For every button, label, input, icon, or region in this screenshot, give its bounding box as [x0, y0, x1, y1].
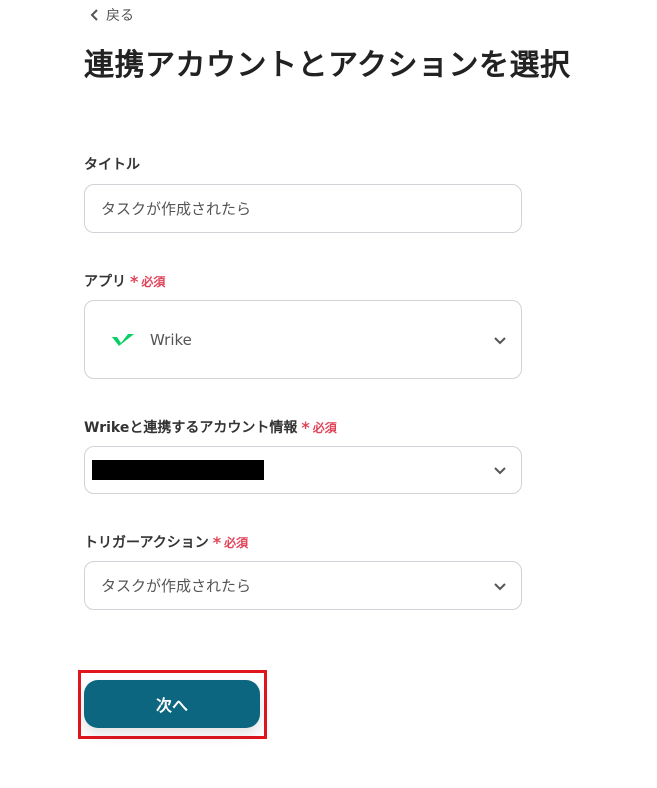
trigger-select-text: タスクが作成されたら [101, 577, 252, 595]
back-link[interactable]: 戻る [90, 5, 134, 25]
title-field[interactable] [84, 184, 522, 233]
title-input[interactable] [85, 185, 521, 232]
account-label-text: Wrikeと連携するアカウント情報 [84, 420, 298, 436]
required-badge: 必須 [224, 535, 249, 550]
app-select-value[interactable]: Wrike [85, 301, 521, 378]
back-label: 戻る [106, 8, 134, 24]
trigger-select[interactable]: タスクが作成されたら [84, 561, 522, 610]
app-select[interactable]: Wrike [84, 300, 522, 379]
required-asterisk: * [301, 417, 310, 437]
account-select[interactable] [84, 446, 522, 494]
redacted-account-value [92, 460, 264, 480]
wrike-logo-icon [112, 333, 134, 346]
required-badge: 必須 [312, 420, 337, 435]
trigger-select-value[interactable]: タスクが作成されたら [85, 562, 521, 609]
app-field-label: アプリ * 必須 [84, 271, 165, 291]
account-select-value[interactable] [85, 447, 521, 493]
app-select-text: Wrike [150, 330, 192, 349]
chevron-left-icon [90, 9, 98, 21]
required-asterisk: * [212, 532, 222, 552]
required-asterisk: * [130, 271, 139, 291]
required-badge: 必須 [141, 274, 166, 289]
title-field-label: タイトル [84, 154, 140, 174]
app-label-text: アプリ [84, 274, 126, 290]
chevron-down-icon [494, 582, 506, 590]
chevron-down-icon [494, 467, 506, 475]
account-field-label: Wrikeと連携するアカウント情報 * 必須 [84, 417, 337, 437]
page-title: 連携アカウントとアクションを選択 [84, 48, 571, 83]
trigger-field-label: トリガーアクション * 必須 [84, 532, 248, 552]
chevron-down-icon [494, 336, 506, 344]
trigger-label-text: トリガーアクション [84, 535, 209, 551]
title-label-text: タイトル [84, 157, 140, 173]
next-button[interactable]: 次へ [84, 680, 260, 728]
